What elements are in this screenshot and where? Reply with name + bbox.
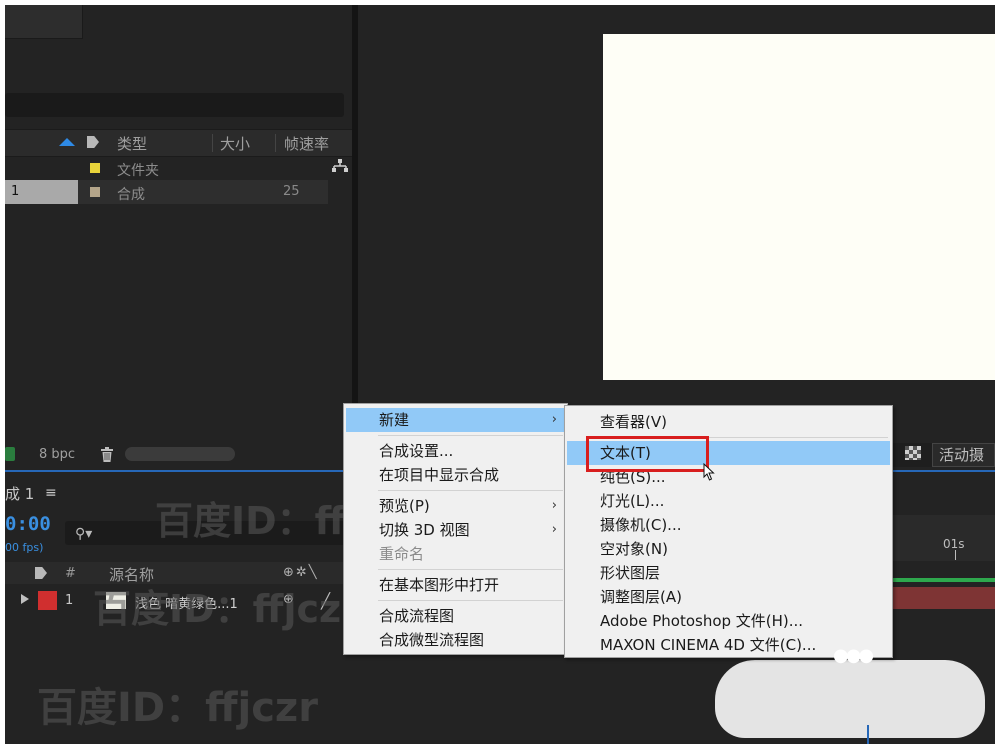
composition-canvas[interactable] — [603, 34, 995, 380]
label-swatch-sand — [90, 187, 100, 197]
search-icon[interactable]: ⚲▾ — [75, 526, 92, 542]
column-type[interactable]: 类型 — [117, 133, 147, 154]
submenu-item-adjustment-layer[interactable]: 调整图层(A) — [567, 585, 890, 609]
menu-item-preview[interactable]: 预览(P) › — [346, 494, 565, 518]
menu-item-new[interactable]: 新建 › — [346, 408, 565, 432]
flowchart-icon[interactable] — [332, 159, 348, 173]
menu-item-open-in-essential-graphics[interactable]: 在基本图形中打开 — [346, 573, 565, 597]
menu-item-mini-flowchart[interactable]: 合成微型流程图 — [346, 628, 565, 652]
project-item-composition[interactable]: 1 合成 25 — [5, 180, 328, 204]
item-name[interactable]: 1 — [5, 180, 78, 204]
flowchart-node-icon[interactable] — [5, 447, 15, 461]
label-tag-icon[interactable] — [87, 136, 99, 148]
work-area-bar[interactable] — [880, 578, 995, 582]
submenu-item-shape-layer[interactable]: 形状图层 — [567, 561, 890, 585]
layer-duration-bar[interactable] — [880, 587, 995, 609]
expand-triangle-icon[interactable] — [21, 594, 29, 604]
ruler-time-label: 01s — [943, 537, 965, 551]
current-timecode[interactable]: 0:00 — [5, 513, 51, 535]
annotation-highlight-box — [586, 436, 709, 472]
menu-item-composition-settings[interactable]: 合成设置... — [346, 439, 565, 463]
submenu-item-photoshop-file[interactable]: Adobe Photoshop 文件(H)... — [567, 609, 890, 633]
timeline-comp-tab[interactable]: 成 1 — [5, 483, 34, 504]
watermark: 百度ID：ffjczr — [37, 685, 318, 731]
decorative-dots: ●●● — [833, 645, 874, 666]
watermark: 百度ID：ffjczr — [93, 587, 360, 631]
menu-separator — [378, 569, 563, 570]
submenu-item-viewer[interactable]: 查看器(V) — [567, 410, 890, 434]
mouse-cursor-icon — [703, 463, 715, 481]
menu-item-reveal-in-project[interactable]: 在项目中显示合成 — [346, 463, 565, 487]
item-type: 文件夹 — [117, 163, 159, 179]
menu-item-switch-3d-view[interactable]: 切换 3D 视图 › — [346, 518, 565, 542]
submenu-arrow-icon: › — [551, 522, 557, 537]
column-layer-number[interactable]: # — [65, 566, 76, 581]
sort-ascending-icon[interactable] — [59, 138, 75, 146]
project-item-folder[interactable]: 文件夹 — [5, 156, 328, 180]
project-search-input[interactable] — [5, 93, 344, 117]
playhead-line[interactable] — [867, 725, 869, 744]
menu-item-label: 切换 3D 视图 — [379, 521, 470, 539]
timeline-fps-label: 00 fps) — [5, 541, 44, 554]
bit-depth-button[interactable]: 8 bpc — [39, 447, 75, 462]
project-panel — [5, 5, 352, 443]
menu-separator — [378, 600, 563, 601]
transparency-grid-icon[interactable] — [905, 446, 921, 460]
menu-separator — [378, 435, 563, 436]
project-column-header: 类型 大小 帧速率 — [5, 129, 352, 157]
menu-item-label: 预览(P) — [379, 497, 430, 515]
menu-item-rename: 重命名 — [379, 545, 425, 563]
layer-number: 1 — [65, 593, 74, 608]
column-size[interactable]: 大小 — [220, 133, 250, 154]
column-framerate[interactable]: 帧速率 — [284, 133, 329, 154]
submenu-item-null-object[interactable]: 空对象(N) — [567, 537, 890, 561]
menu-separator — [378, 490, 563, 491]
after-effects-window: 类型 大小 帧速率 文件夹 1 合成 25 8 bpc 活动摄 成 1 ≡ 0: — [5, 5, 995, 744]
menu-item-composition-flowchart[interactable]: 合成流程图 — [346, 604, 565, 628]
time-ruler[interactable] — [880, 515, 995, 561]
submenu-item-light[interactable]: 灯光(L)... — [567, 489, 890, 513]
layer-label-swatch[interactable] — [38, 591, 57, 610]
redacted-region — [715, 660, 985, 738]
label-swatch-yellow — [90, 163, 100, 173]
menu-item-label: 新建 — [379, 411, 410, 429]
project-scrollbar[interactable] — [125, 447, 235, 461]
project-thumbnail — [5, 5, 83, 39]
submenu-arrow-icon: › — [551, 412, 557, 427]
submenu-arrow-icon: › — [551, 498, 557, 513]
trash-icon[interactable] — [100, 447, 114, 462]
ruler-tick — [955, 550, 956, 560]
item-framerate: 25 — [283, 184, 300, 199]
column-divider[interactable] — [212, 134, 213, 152]
panel-menu-icon[interactable]: ≡ — [45, 485, 57, 501]
column-divider[interactable] — [275, 134, 276, 152]
composition-context-menu: 新建 › 合成设置... 在项目中显示合成 预览(P) › 切换 3D 视图 ›… — [343, 403, 568, 655]
active-camera-dropdown[interactable]: 活动摄 — [932, 443, 995, 467]
submenu-item-camera[interactable]: 摄像机(C)... — [567, 513, 890, 537]
label-tag-icon[interactable] — [35, 567, 47, 579]
item-type: 合成 — [117, 187, 145, 203]
